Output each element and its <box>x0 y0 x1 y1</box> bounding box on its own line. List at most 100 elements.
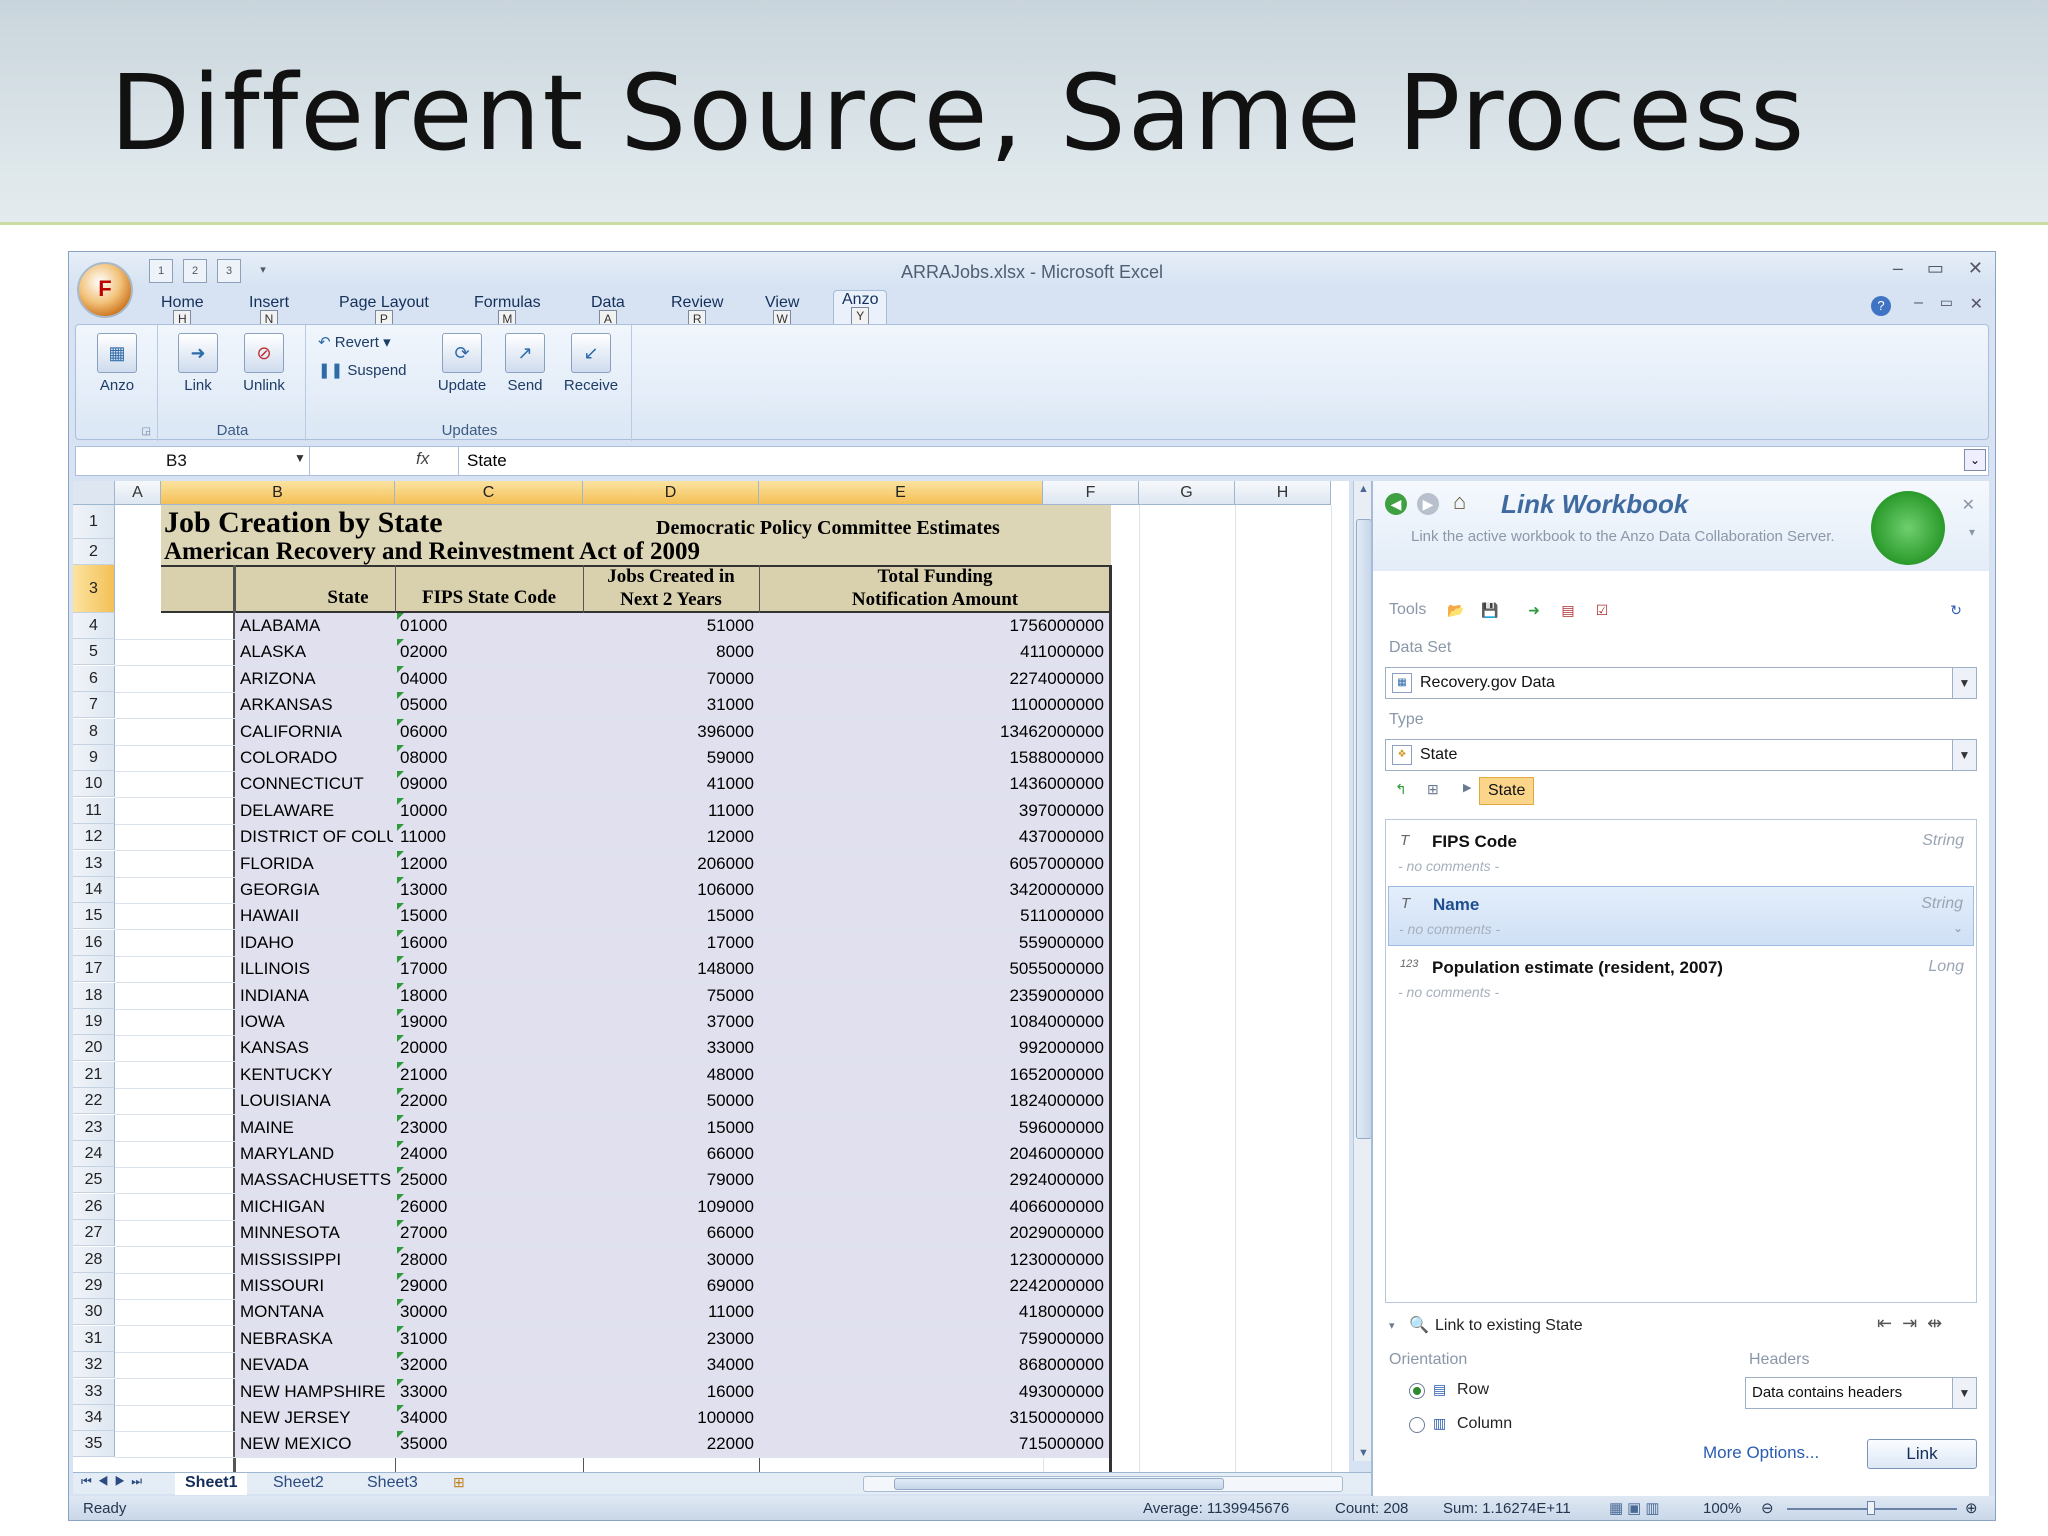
function-icon[interactable]: fx <box>416 449 429 469</box>
expand-formula-icon[interactable]: ⌄ <box>1964 449 1986 471</box>
funding-cell[interactable]: 2274000000 <box>759 666 1107 692</box>
collapse-icon[interactable]: ▾ <box>1389 1319 1395 1332</box>
fips-cell[interactable]: 13000 <box>397 877 581 903</box>
dropdown-icon[interactable]: ▼ <box>1952 668 1976 698</box>
state-cell[interactable]: NEBRASKA <box>237 1326 393 1352</box>
receive-button[interactable]: ↙ Receive <box>558 333 624 394</box>
column-header-e[interactable]: E <box>759 481 1043 505</box>
fips-cell[interactable]: 12000 <box>397 851 581 877</box>
header-jobs[interactable]: Jobs Created in Next 2 Years <box>583 565 759 613</box>
row-header[interactable]: 2 <box>73 539 115 565</box>
state-cell[interactable]: INDIANA <box>237 983 393 1009</box>
jobs-cell[interactable]: 396000 <box>583 719 757 745</box>
row-header[interactable]: 33 <box>73 1379 115 1405</box>
fips-cell[interactable]: 01000 <box>397 613 581 639</box>
funding-cell[interactable]: 3150000000 <box>759 1405 1107 1431</box>
fips-cell[interactable]: 29000 <box>397 1273 581 1299</box>
update-button[interactable]: ⟳ Update <box>432 333 492 394</box>
jobs-cell[interactable]: 41000 <box>583 771 757 797</box>
tab-view[interactable]: View W <box>765 294 799 328</box>
funding-cell[interactable]: 2046000000 <box>759 1141 1107 1167</box>
state-cell[interactable]: IDAHO <box>237 930 393 956</box>
jobs-cell[interactable]: 23000 <box>583 1326 757 1352</box>
horizontal-scroll-thumb[interactable] <box>894 1478 1224 1490</box>
column-header-f[interactable]: F <box>1043 481 1139 505</box>
dropdown-icon[interactable]: ▼ <box>1952 740 1976 770</box>
expand-icon[interactable]: ⌄ <box>1953 921 1963 935</box>
funding-cell[interactable]: 715000000 <box>759 1431 1107 1457</box>
tab-insert[interactable]: Insert N <box>249 294 289 328</box>
ribbon-restore-icon[interactable]: ▭ <box>1940 294 1953 311</box>
formula-input[interactable]: State <box>458 447 1958 475</box>
link-button[interactable]: ➜ Link <box>168 333 228 394</box>
jobs-cell[interactable]: 37000 <box>583 1009 757 1035</box>
fips-cell[interactable]: 24000 <box>397 1141 581 1167</box>
fips-cell[interactable]: 33000 <box>397 1379 581 1405</box>
header-funding[interactable]: Total Funding Notification Amount <box>759 565 1111 613</box>
fips-cell[interactable]: 30000 <box>397 1299 581 1325</box>
funding-cell[interactable]: 992000000 <box>759 1035 1107 1061</box>
funding-cell[interactable]: 3420000000 <box>759 877 1107 903</box>
state-cell[interactable]: DISTRICT OF COLUMBIA <box>237 824 393 850</box>
jobs-cell[interactable]: 79000 <box>583 1167 757 1193</box>
funding-cell[interactable]: 868000000 <box>759 1352 1107 1378</box>
funding-cell[interactable]: 2924000000 <box>759 1167 1107 1193</box>
row-header[interactable]: 16 <box>73 930 115 956</box>
funding-cell[interactable]: 511000000 <box>759 903 1107 929</box>
state-cell[interactable]: MAINE <box>237 1115 393 1141</box>
forward-icon[interactable]: ▶ <box>1417 493 1439 515</box>
sheet-act-title[interactable]: American Recovery and Reinvestment Act o… <box>161 539 881 565</box>
row-header[interactable]: 5 <box>73 639 115 665</box>
jobs-cell[interactable]: 206000 <box>583 851 757 877</box>
state-cell[interactable]: KENTUCKY <box>237 1062 393 1088</box>
funding-cell[interactable]: 1756000000 <box>759 613 1107 639</box>
jobs-cell[interactable]: 106000 <box>583 877 757 903</box>
jobs-cell[interactable]: 69000 <box>583 1273 757 1299</box>
state-cell[interactable]: GEORGIA <box>237 877 393 903</box>
jobs-cell[interactable]: 66000 <box>583 1220 757 1246</box>
fips-cell[interactable]: 04000 <box>397 666 581 692</box>
funding-cell[interactable]: 2029000000 <box>759 1220 1107 1246</box>
fips-cell[interactable]: 28000 <box>397 1247 581 1273</box>
align-icons[interactable]: ⇤⇥⇹ <box>1877 1313 1952 1334</box>
row-header[interactable]: 9 <box>73 745 115 771</box>
row-header[interactable]: 30 <box>73 1299 115 1325</box>
jobs-cell[interactable]: 22000 <box>583 1431 757 1457</box>
jobs-cell[interactable]: 12000 <box>583 824 757 850</box>
row-header[interactable]: 29 <box>73 1273 115 1299</box>
row-header[interactable]: 13 <box>73 851 115 877</box>
column-header-g[interactable]: G <box>1139 481 1235 505</box>
fips-cell[interactable]: 16000 <box>397 930 581 956</box>
row-header[interactable]: 23 <box>73 1115 115 1141</box>
state-cell[interactable]: MISSISSIPPI <box>237 1247 393 1273</box>
jobs-cell[interactable]: 34000 <box>583 1352 757 1378</box>
fips-cell[interactable]: 27000 <box>397 1220 581 1246</box>
scroll-down-icon[interactable]: ▼ <box>1358 1447 1369 1459</box>
funding-cell[interactable]: 493000000 <box>759 1379 1107 1405</box>
ribbon-minimize-icon[interactable]: – <box>1914 294 1923 312</box>
fips-cell[interactable]: 23000 <box>397 1115 581 1141</box>
jobs-cell[interactable]: 15000 <box>583 1115 757 1141</box>
jobs-cell[interactable]: 59000 <box>583 745 757 771</box>
jobs-cell[interactable]: 15000 <box>583 903 757 929</box>
hierarchy-icon[interactable]: ⊞ <box>1427 781 1439 798</box>
column-header-a[interactable]: A <box>115 481 161 505</box>
back-icon[interactable]: ◀ <box>1385 493 1407 515</box>
revert-button[interactable]: ↶ Revert ▾ <box>318 333 391 351</box>
headers-select[interactable]: Data contains headers ▼ <box>1745 1377 1977 1409</box>
breadcrumb-state[interactable]: State <box>1479 777 1535 805</box>
jobs-cell[interactable]: 11000 <box>583 1299 757 1325</box>
state-cell[interactable]: ARKANSAS <box>237 692 393 718</box>
row-header[interactable]: 22 <box>73 1088 115 1114</box>
fips-cell[interactable]: 08000 <box>397 745 581 771</box>
jobs-cell[interactable]: 100000 <box>583 1405 757 1431</box>
jobs-cell[interactable]: 17000 <box>583 930 757 956</box>
state-cell[interactable]: CALIFORNIA <box>237 719 393 745</box>
fips-cell[interactable]: 17000 <box>397 956 581 982</box>
sheet-tab-3[interactable]: Sheet3 <box>357 1473 428 1495</box>
funding-cell[interactable]: 5055000000 <box>759 956 1107 982</box>
row-header[interactable]: 21 <box>73 1062 115 1088</box>
row-header[interactable]: 17 <box>73 956 115 982</box>
row-header[interactable]: 19 <box>73 1009 115 1035</box>
tab-review[interactable]: Review R <box>671 294 723 328</box>
